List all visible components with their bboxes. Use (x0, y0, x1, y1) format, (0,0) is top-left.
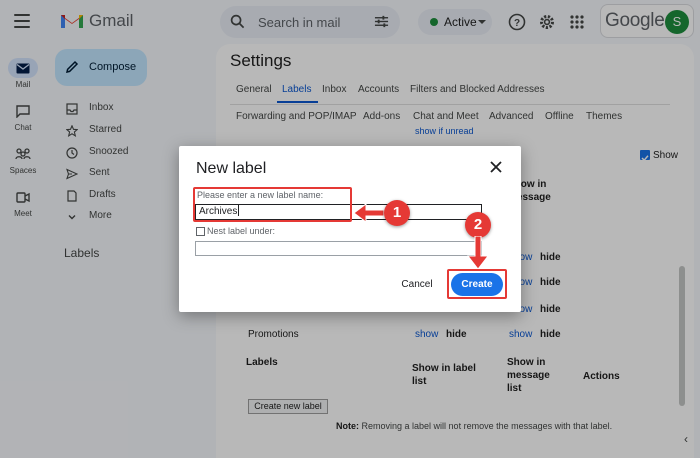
cancel-button[interactable]: Cancel (393, 277, 441, 293)
step-2-arrow-icon (466, 236, 490, 270)
step-1-badge: 1 (384, 200, 410, 226)
step-1-highlight (193, 187, 352, 222)
step-2-highlight (447, 269, 507, 299)
dialog-title: New label (196, 160, 267, 177)
step-2-badge: 2 (465, 212, 491, 238)
close-icon[interactable] (489, 160, 503, 174)
parent-label-select[interactable] (195, 241, 482, 256)
nest-label-text: Nest label under: (207, 226, 276, 236)
nest-label-checkbox[interactable] (196, 227, 205, 236)
step-1-arrow-icon (353, 203, 384, 223)
